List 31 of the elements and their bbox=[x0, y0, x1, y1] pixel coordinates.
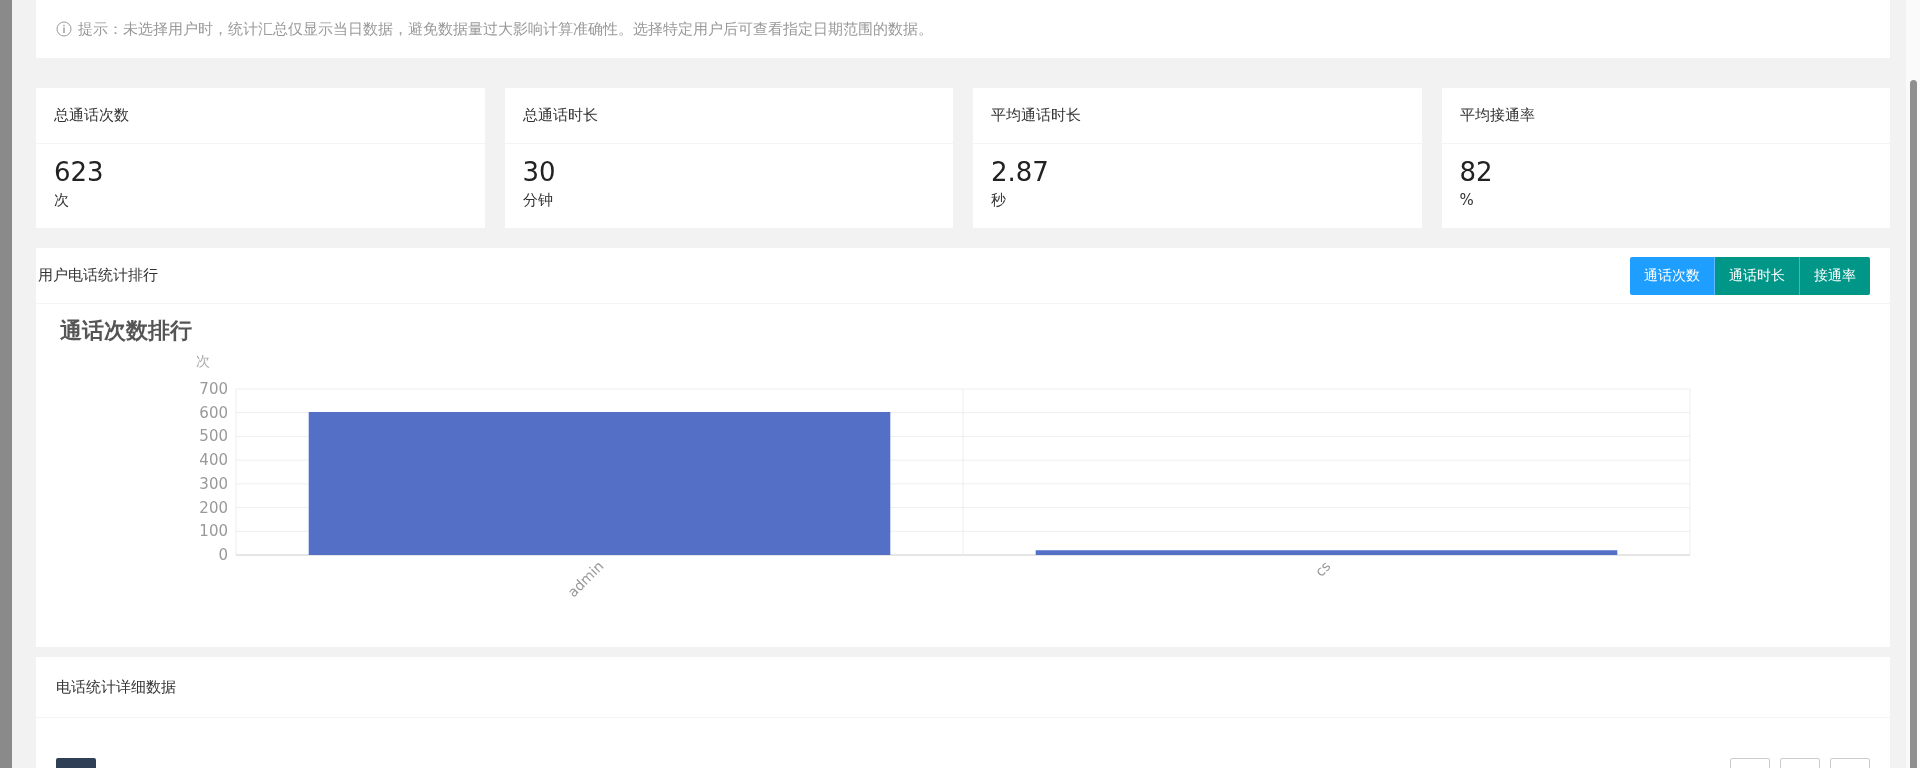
stat-unit: 次 bbox=[54, 190, 69, 211]
axis-label: 200 bbox=[199, 498, 228, 517]
section-title: 电话统计详细数据 bbox=[56, 677, 176, 697]
stat-label: 平均通话时长 bbox=[991, 106, 1081, 125]
axis-label: cs bbox=[1311, 557, 1334, 580]
stat-unit: 秒 bbox=[991, 190, 1006, 211]
axis-label: 600 bbox=[199, 403, 228, 422]
stat-unit: 分钟 bbox=[522, 190, 553, 211]
axis-label: 100 bbox=[199, 522, 228, 541]
metric-tab[interactable]: 接通率 bbox=[1800, 256, 1870, 295]
stat-label: 总通话时长 bbox=[522, 106, 598, 125]
axis-label: 500 bbox=[199, 427, 228, 446]
info-icon bbox=[56, 21, 72, 37]
chart-title: 通话次数排行 bbox=[59, 317, 192, 345]
axis-label: 400 bbox=[199, 451, 228, 470]
axis-label: 0 bbox=[218, 546, 228, 564]
scrollbar[interactable] bbox=[1906, 0, 1920, 768]
metric-tab[interactable]: 通话时长 bbox=[1715, 256, 1800, 295]
stat-label: 总通话次数 bbox=[54, 106, 129, 125]
axis-unit: 次 bbox=[196, 353, 210, 369]
stat-label: 平均接通率 bbox=[1459, 106, 1535, 125]
stat-value: 30 bbox=[522, 156, 556, 188]
section-title: 用户电话统计排行 bbox=[38, 266, 158, 285]
hint-text: 提示：未选择用户时，统计汇总仅显示当日数据，避免数据量过大影响计算准确性。选择特定用户后可查看指定日期范围的数据。 bbox=[78, 19, 933, 39]
axis-label: 700 bbox=[199, 380, 228, 398]
stat-value: 2.87 bbox=[991, 156, 1049, 188]
axis-label: 300 bbox=[199, 474, 228, 493]
stat-value: 623 bbox=[54, 156, 104, 188]
stat-value: 82 bbox=[1459, 156, 1493, 188]
stat-unit: % bbox=[1459, 190, 1474, 211]
metric-tab[interactable]: 通话次数 bbox=[1630, 256, 1715, 295]
